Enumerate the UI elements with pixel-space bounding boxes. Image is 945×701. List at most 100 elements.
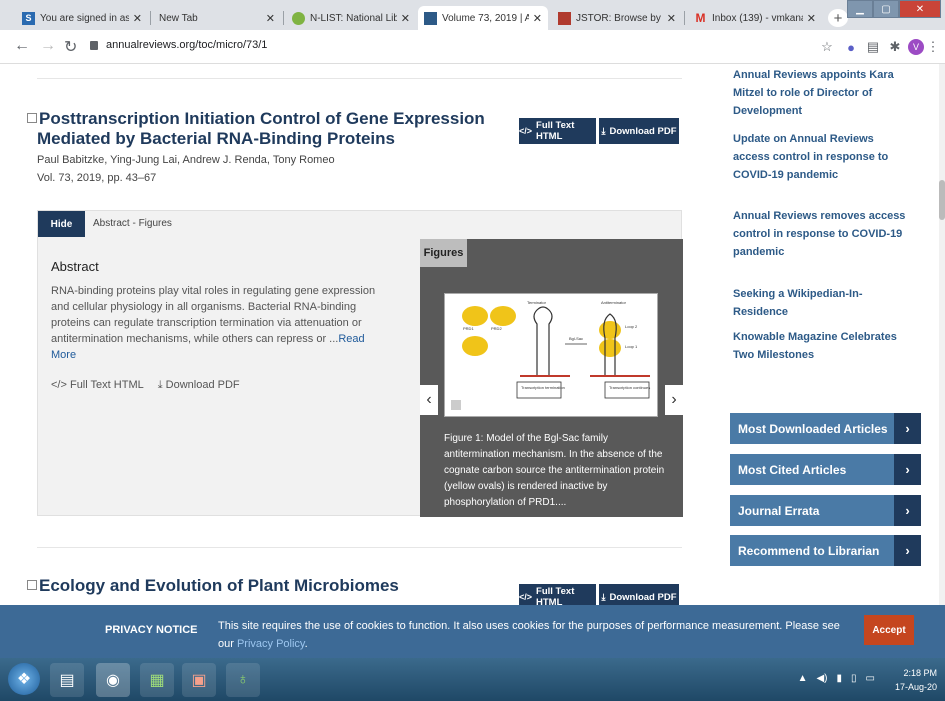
news-link[interactable]: Knowable Magazine Celebrates Two Milesto… [733,328,908,364]
hide-button[interactable]: Hide [38,211,85,237]
system-clock[interactable]: 2:18 PM 17-Aug-20 [895,666,937,694]
extensions-puzzle-icon[interactable]: ✱ [887,39,903,55]
close-tab-icon[interactable]: ✕ [133,12,142,25]
news-link[interactable]: Annual Reviews appoints Kara Mitzel to r… [733,66,908,120]
tab-title: N-LIST: National Library [310,12,397,24]
powerpoint-icon[interactable]: ▣ [182,663,216,697]
close-tab-icon[interactable]: ✕ [401,12,410,25]
new-tab-plus-icon[interactable]: + [828,9,848,27]
jstor-favicon-icon [558,11,571,25]
bookmark-star-icon[interactable]: ☆ [819,39,835,55]
svg-text:Loop 2: Loop 2 [625,324,638,329]
article-volume: Vol. 73, 2019, pp. 43–67 [37,172,157,184]
article-title[interactable]: Posttranscription Initiation Control of … [27,109,485,149]
accept-cookies-button[interactable]: Accept [864,615,914,645]
chevron-right-icon: › [894,454,921,485]
privacy-banner: PRIVACY NOTICE This site requires the us… [0,605,945,658]
excel-icon[interactable]: ▦ [140,663,174,697]
address-bar: ← → ↻ annualreviews.org/toc/micro/73/1 ☆… [0,30,945,64]
browser-tab-nlist[interactable]: N-LIST: National Library ✕ [286,6,416,30]
privacy-policy-link[interactable]: Privacy Policy [237,638,305,650]
tab-title: You are signed in as abc [40,12,129,24]
volume-icon[interactable]: ◀) [816,673,827,684]
scrollbar-thumb[interactable] [939,180,945,220]
menu-kebab-icon[interactable]: ⋮ [927,39,940,55]
action-center-icon[interactable]: ▭ [866,673,875,684]
abstract-figures-tabs[interactable]: Abstract - Figures [93,218,172,229]
recommend-to-librarian-button[interactable]: Recommend to Librarian › [730,535,921,566]
extension-icon[interactable]: ● [843,39,859,55]
url-field[interactable]: annualreviews.org/toc/micro/73/1 [90,39,267,51]
profile-avatar-icon[interactable]: V [908,39,924,55]
url-text: annualreviews.org/toc/micro/73/1 [106,39,268,51]
news-link[interactable]: Update on Annual Reviews access control … [733,130,908,184]
forward-arrow-icon[interactable]: → [40,37,56,55]
chevron-right-icon: › [894,413,921,444]
page-scrollbar[interactable] [939,64,945,605]
browser-tab-jstor[interactable]: JSTOR: Browse by Subje ✕ [552,6,682,30]
figure-next-chevron-icon[interactable]: › [665,385,683,415]
power-icon[interactable]: ▯ [851,673,857,684]
close-tab-icon[interactable]: ✕ [533,12,542,25]
news-link[interactable]: Annual Reviews removes access control in… [733,207,908,261]
browser-tab-signed-in[interactable]: S You are signed in as abc ✕ [16,6,148,30]
page-content: Posttranscription Initiation Control of … [0,64,945,605]
browser-tab-strip: S You are signed in as abc ✕ New Tab ✕ N… [0,0,945,30]
figure-caption: Figure 1: Model of the Bgl-Sac family an… [444,433,665,508]
annual-reviews-favicon-icon [424,11,437,25]
article-checkbox[interactable] [27,113,37,123]
most-cited-articles-button[interactable]: Most Cited Articles › [730,454,921,485]
svg-text:PRD2: PRD2 [491,326,502,331]
network-icon[interactable]: ▮ [837,673,843,684]
download-pdf-button[interactable]: ⤓ Download PDF [599,584,679,605]
download-icon: ⤓ [601,125,606,136]
back-arrow-icon[interactable]: ← [14,37,30,55]
figure-image[interactable]: PRD1 PRD2 Terminator Transcription termi… [444,293,658,417]
browser-tab-gmail[interactable]: M Inbox (139) - vmkanaba ✕ [688,6,822,30]
news-link[interactable]: Seeking a Wikipedian-In-Residence [733,285,908,321]
most-downloaded-articles-button[interactable]: Most Downloaded Articles › [730,413,921,444]
file-explorer-icon[interactable]: ▤ [50,663,84,697]
divider [37,78,682,79]
download-pdf-link[interactable]: ⤓ Download PDF [158,379,240,392]
browser-tab-annual-reviews[interactable]: Volume 73, 2019 | Annu ✕ [418,6,548,30]
tray-expand-icon[interactable]: ▲ [798,673,808,684]
abstract-links: </> Full Text HTML ⤓ Download PDF [51,379,240,392]
figures-tab[interactable]: Figures [420,239,467,267]
reading-list-icon[interactable]: ▤ [865,39,881,55]
download-icon: ⤓ [601,591,606,602]
figure-prev-chevron-icon[interactable]: ‹ [420,385,438,415]
gmail-favicon-icon: M [695,11,706,25]
svg-text:Loop 1: Loop 1 [625,344,638,349]
site-favicon-icon: S [22,11,35,25]
lock-icon [90,40,98,50]
svg-text:Transcription continues: Transcription continues [609,385,650,390]
app-icon[interactable]: ♁ [226,663,260,697]
privacy-text: This site requires the use of cookies to… [218,620,840,650]
svg-text:Transcription termination: Transcription termination [521,385,565,390]
window-controls: ▁ ▢ ✕ [847,0,941,18]
tab-title: Inbox (139) - vmkanaba [712,12,803,24]
close-tab-icon[interactable]: ✕ [266,12,275,25]
chrome-icon[interactable]: ◉ [96,663,130,697]
full-text-html-link[interactable]: </> Full Text HTML [51,379,144,392]
close-tab-icon[interactable]: ✕ [667,12,676,25]
minimize-icon[interactable]: ▁ [847,0,873,18]
code-icon: </> [519,126,533,136]
start-button-icon[interactable]: ❖ [8,663,40,695]
download-pdf-button[interactable]: ⤓ Download PDF [599,118,679,144]
full-text-html-button[interactable]: </> Full Text HTML [519,584,596,605]
journal-errata-button[interactable]: Journal Errata › [730,495,921,526]
full-text-html-button[interactable]: </> Full Text HTML [519,118,596,144]
close-window-icon[interactable]: ✕ [899,0,941,18]
browser-tab-new-tab[interactable]: New Tab ✕ [153,6,281,30]
svg-text:PRD1: PRD1 [463,326,474,331]
article-checkbox[interactable] [27,580,37,590]
article-title[interactable]: Ecology and Evolution of Plant Microbiom… [27,576,399,596]
close-tab-icon[interactable]: ✕ [807,12,816,25]
svg-text:Antiterminator: Antiterminator [601,300,627,305]
abstract-text: RNA-binding proteins play vital roles in… [51,285,376,361]
maximize-icon[interactable]: ▢ [873,0,899,18]
reload-icon[interactable]: ↻ [64,37,77,57]
tab-title: New Tab [159,12,198,24]
